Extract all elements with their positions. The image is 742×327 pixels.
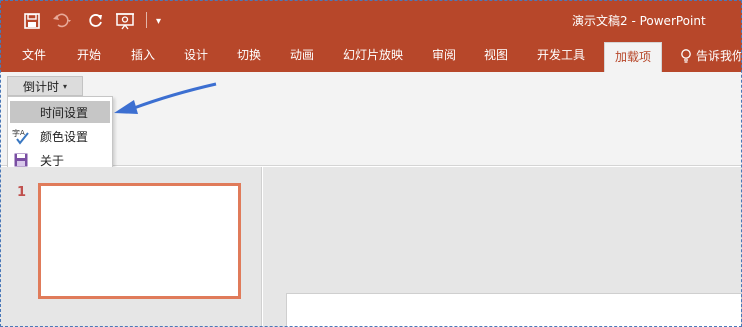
tab-design[interactable]: 设计 bbox=[184, 40, 208, 72]
countdown-dropdown-menu: 时间设置 字 A 颜色设置 关于 bbox=[7, 96, 113, 176]
lightbulb-icon bbox=[681, 49, 691, 63]
title-bar: ▾ 演示文稿2 - PowerPoint bbox=[0, 0, 742, 40]
tab-transitions[interactable]: 切换 bbox=[237, 40, 261, 72]
annotation-arrow-icon bbox=[114, 82, 217, 114]
tab-view[interactable]: 视图 bbox=[484, 40, 508, 72]
tab-insert[interactable]: 插入 bbox=[131, 40, 155, 72]
menu-item-time-settings[interactable]: 时间设置 bbox=[10, 101, 110, 123]
tab-home[interactable]: 开始 bbox=[77, 40, 101, 72]
window-title: 演示文稿2 - PowerPoint bbox=[572, 14, 706, 28]
repeat-icon[interactable] bbox=[88, 11, 104, 31]
tab-addins[interactable]: 加载项 bbox=[604, 42, 663, 72]
slide-editor-area bbox=[263, 167, 742, 327]
svg-text:字: 字 bbox=[12, 128, 20, 138]
slide-canvas[interactable] bbox=[286, 293, 742, 327]
countdown-label: 倒计时 bbox=[22, 79, 59, 94]
slide-number: 1 bbox=[17, 185, 27, 200]
ribbon-tabs: 文件 开始 插入 设计 切换 动画 幻灯片放映 审阅 视图 开发工具 加载项 告… bbox=[0, 40, 742, 72]
tell-me-label: 告诉我你 bbox=[696, 49, 742, 63]
tab-animations[interactable]: 动画 bbox=[290, 40, 314, 72]
save-icon[interactable] bbox=[24, 11, 40, 31]
menu-item-color-settings[interactable]: 字 A 颜色设置 bbox=[10, 125, 110, 147]
tab-slideshow[interactable]: 幻灯片放映 bbox=[343, 40, 403, 72]
start-slideshow-icon[interactable] bbox=[116, 11, 136, 31]
tell-me-search[interactable]: 告诉我你 bbox=[680, 40, 742, 72]
spellcheck-icon: 字 A bbox=[10, 125, 32, 147]
slide-thumbnail[interactable] bbox=[38, 183, 241, 299]
customize-qat-dropdown[interactable]: ▾ bbox=[156, 11, 161, 31]
chevron-down-icon: ▾ bbox=[63, 81, 68, 91]
svg-text:A: A bbox=[20, 129, 25, 137]
tab-developer[interactable]: 开发工具 bbox=[537, 40, 585, 72]
countdown-menu-button[interactable]: 倒计时 ▾ bbox=[7, 76, 83, 96]
tab-review[interactable]: 审阅 bbox=[432, 40, 456, 72]
blank-icon bbox=[10, 101, 32, 123]
qat-separator bbox=[146, 12, 147, 28]
undo-icon[interactable] bbox=[52, 11, 74, 31]
tab-file[interactable]: 文件 bbox=[22, 40, 46, 72]
slide-thumbnail-pane: 1 bbox=[0, 167, 262, 327]
